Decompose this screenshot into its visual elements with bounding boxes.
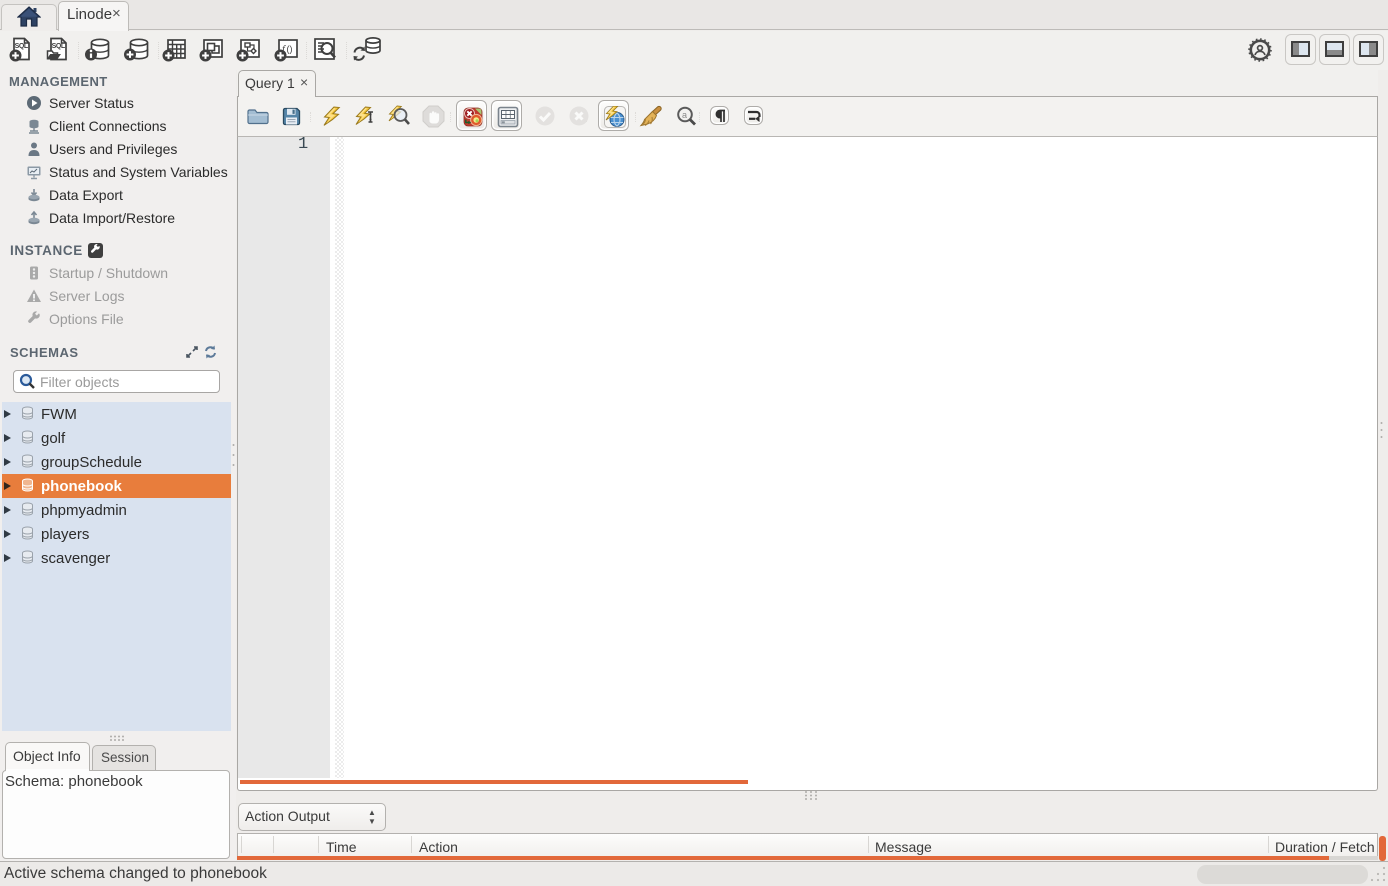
svg-text:a: a [682, 110, 687, 120]
svg-text:SQL: SQL [52, 43, 66, 50]
svg-text:(): () [287, 44, 293, 54]
svg-text:SQL: SQL [15, 43, 29, 50]
